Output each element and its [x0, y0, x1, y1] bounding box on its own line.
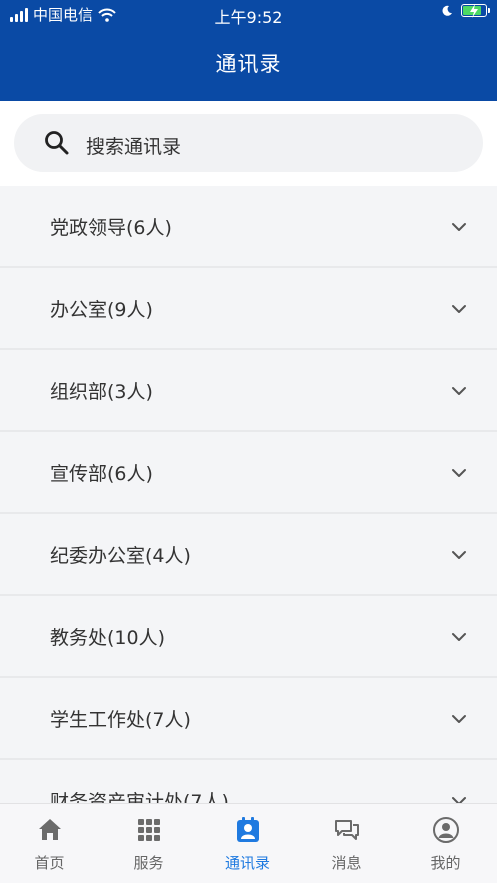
tab-contacts[interactable]: 通讯录	[198, 804, 297, 883]
chevron-down-icon	[452, 305, 466, 313]
search-placeholder: 搜索通讯录	[86, 136, 182, 158]
status-right	[441, 4, 490, 18]
chevron-down-icon	[452, 387, 466, 395]
group-label: 财务资产审计处(7人)	[50, 791, 229, 803]
group-row[interactable]: 党政领导(6人)	[0, 186, 497, 268]
status-bar: 中国电信 上午9:52	[0, 0, 497, 28]
bottom-tab-bar: 首页 服务 通讯录 消息 我的	[0, 803, 497, 883]
search-icon	[45, 131, 69, 155]
tab-label: 我的	[430, 854, 461, 872]
chevron-down-icon	[452, 633, 466, 641]
status-time: 上午9:52	[214, 8, 283, 27]
chevron-down-icon	[452, 715, 466, 723]
group-row[interactable]: 教务处(10人)	[0, 596, 497, 678]
page-title: 通讯录	[215, 52, 282, 76]
tab-mine[interactable]: 我的	[396, 804, 495, 883]
search-input[interactable]: 搜索通讯录	[14, 114, 483, 172]
group-row[interactable]: 纪委办公室(4人)	[0, 514, 497, 596]
tab-label: 通讯录	[224, 854, 270, 872]
group-row[interactable]: 学生工作处(7人)	[0, 678, 497, 760]
grid-icon	[138, 819, 160, 841]
tab-label: 服务	[133, 854, 164, 872]
chevron-down-icon	[452, 797, 466, 803]
tab-services[interactable]: 服务	[99, 804, 198, 883]
tab-messages[interactable]: 消息	[297, 804, 396, 883]
group-row[interactable]: 财务资产审计处(7人)	[0, 760, 497, 803]
battery-icon	[461, 4, 490, 18]
moon-icon	[442, 5, 452, 16]
group-label: 组织部(3人)	[50, 381, 153, 403]
group-label: 办公室(9人)	[50, 299, 153, 321]
tab-label: 首页	[34, 854, 65, 872]
group-label: 教务处(10人)	[50, 627, 166, 649]
charging-bolt-icon	[470, 4, 478, 18]
group-row[interactable]: 宣传部(6人)	[0, 432, 497, 514]
tab-home[interactable]: 首页	[0, 804, 99, 883]
group-label: 纪委办公室(4人)	[50, 545, 191, 567]
search-area: 搜索通讯录	[0, 101, 497, 186]
group-label: 学生工作处(7人)	[50, 709, 191, 731]
group-label: 宣传部(6人)	[50, 463, 153, 485]
group-row[interactable]: 组织部(3人)	[0, 350, 497, 432]
chevron-down-icon	[452, 223, 466, 231]
chevron-down-icon	[452, 469, 466, 477]
tab-label: 消息	[331, 854, 362, 872]
home-icon	[39, 819, 61, 840]
group-label: 党政领导(6人)	[50, 217, 172, 239]
contact-group-list[interactable]: 党政领导(6人) 办公室(9人) 组织部(3人) 宣传部(6人) 纪委办公室(4…	[0, 186, 497, 803]
group-row[interactable]: 办公室(9人)	[0, 268, 497, 350]
chat-icon	[335, 820, 359, 840]
contacts-icon	[237, 817, 259, 842]
user-icon	[433, 817, 459, 843]
app-header: 中国电信 上午9:52 通讯录	[0, 0, 497, 101]
chevron-down-icon	[452, 551, 466, 559]
